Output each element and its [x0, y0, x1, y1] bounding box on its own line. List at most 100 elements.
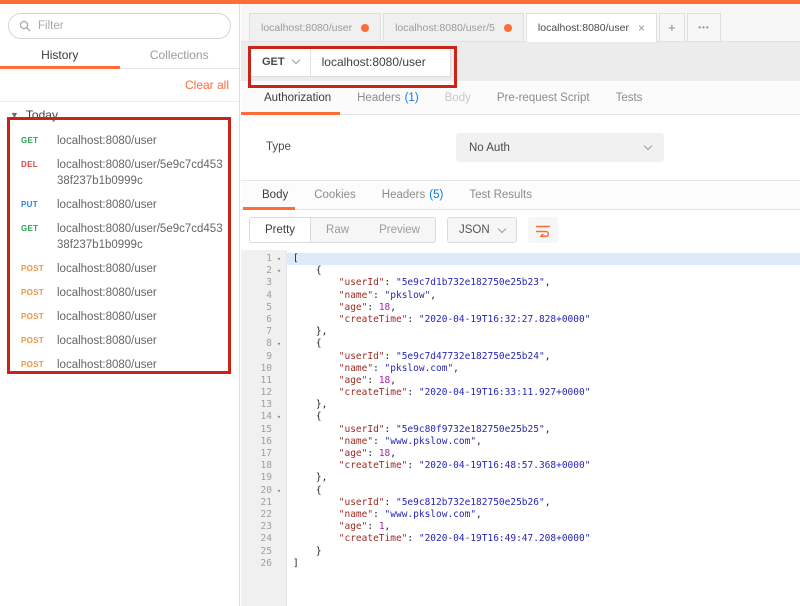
code-text: { [286, 338, 800, 350]
tab-headers[interactable]: Headers(5) [369, 181, 457, 209]
line-gutter: 2▾ [241, 265, 286, 277]
line-number: 13 [246, 399, 272, 411]
method-badge: POST [21, 309, 57, 325]
clear-all-link[interactable]: Clear all [185, 78, 229, 92]
token-p: : [367, 302, 378, 313]
history-url: localhost:8080/user [57, 309, 157, 325]
tab-headers[interactable]: Headers(1) [344, 81, 432, 114]
tab-label: Headers [357, 92, 400, 104]
fold-toggle-icon[interactable]: ▾ [272, 338, 286, 350]
language-select[interactable]: JSON [447, 217, 517, 243]
view-mode-preview[interactable]: Preview [364, 218, 435, 242]
filter-box[interactable] [8, 13, 231, 39]
fold-toggle-icon[interactable]: ▾ [272, 485, 286, 497]
request-tab[interactable]: localhost:8080/user × [526, 13, 657, 42]
tab-collections[interactable]: Collections [120, 45, 240, 68]
code-text: { [286, 485, 800, 497]
code-line: 12 "createTime": "2020-04-19T16:33:11.92… [241, 387, 800, 399]
code-line: 21 "userId": "5e9c812b732e182750e25b26", [241, 497, 800, 509]
code-editor[interactable]: 1▾[2▾ {3 "userId": "5e9c7d1b732e182750e2… [241, 250, 800, 606]
request-tab[interactable]: localhost:8080/user/5 [383, 13, 524, 41]
code-line: 22 "name": "www.pkslow.com", [241, 509, 800, 521]
line-gutter: 23 [241, 521, 286, 533]
token-s: "2020-04-19T16:49:47.208+0000" [419, 533, 591, 544]
code-line: 13 }, [241, 399, 800, 411]
view-mode-raw[interactable]: Raw [311, 218, 364, 242]
history-url: localhost:8080/user [57, 285, 157, 301]
code-text: { [286, 265, 800, 277]
token-p: , [476, 436, 482, 447]
auth-type-select[interactable]: No Auth [456, 133, 664, 162]
history-url: localhost:8080/user [57, 197, 157, 213]
code-line: 8▾ { [241, 338, 800, 350]
token-k: "name" [293, 363, 373, 374]
code-text: "name": "pkslow", [286, 290, 800, 302]
token-s: "2020-04-19T16:32:27.828+0000" [419, 314, 591, 325]
line-number: 20 [246, 485, 272, 497]
code-line: 23 "age": 1, [241, 521, 800, 533]
tab-authorization[interactable]: Authorization [251, 81, 344, 114]
token-p: , [545, 497, 551, 508]
history-item[interactable]: POSTlocalhost:8080/user [0, 353, 239, 377]
history-item[interactable]: GETlocalhost:8080/user/5e9c7cd45338f237b… [0, 217, 239, 257]
fold-toggle-icon[interactable]: ▾ [272, 265, 286, 277]
request-tabs: AuthorizationHeaders(1)BodyPre-request S… [241, 81, 800, 115]
token-p: : [367, 448, 378, 459]
tab-cookies[interactable]: Cookies [301, 181, 369, 209]
line-gutter: 6 [241, 314, 286, 326]
code-text: }, [286, 472, 800, 484]
history-item[interactable]: GETlocalhost:8080/user [0, 129, 239, 153]
token-k: "userId" [293, 277, 385, 288]
line-number: 16 [246, 436, 272, 448]
wrap-text-icon [535, 223, 551, 237]
token-p: , [453, 363, 459, 374]
tab-test-results[interactable]: Test Results [456, 181, 545, 209]
language-value: JSON [459, 224, 490, 236]
response-toolbar: PrettyRawPreview JSON [241, 210, 800, 250]
request-tab[interactable]: localhost:8080/user [249, 13, 381, 41]
history-item[interactable]: POSTlocalhost:8080/user [0, 257, 239, 281]
url-input[interactable] [322, 55, 439, 69]
history-group-header[interactable]: ▼ Today [0, 104, 239, 125]
token-p: : [407, 460, 418, 471]
history-item[interactable]: POSTlocalhost:8080/user [0, 281, 239, 305]
filter-input[interactable] [38, 20, 220, 32]
request-tab-label: localhost:8080/user [261, 22, 352, 34]
history-item[interactable]: POSTlocalhost:8080/user [0, 329, 239, 353]
more-tabs-button[interactable]: ••• [687, 13, 721, 41]
code-text: "createTime": "2020-04-19T16:48:57.368+0… [286, 460, 800, 472]
tab-history[interactable]: History [0, 45, 120, 68]
line-number: 15 [246, 424, 272, 436]
fold-toggle-icon[interactable]: ▾ [272, 253, 286, 265]
fold-spacer [272, 436, 286, 448]
token-p: , [545, 424, 551, 435]
line-gutter: 4 [241, 290, 286, 302]
wrap-text-button[interactable] [528, 217, 558, 243]
fold-spacer [272, 497, 286, 509]
tab-pre-request-script[interactable]: Pre-request Script [484, 81, 603, 114]
history-url: localhost:8080/user/5e9c7cd45338f237b1b0… [57, 221, 227, 253]
line-number: 7 [246, 326, 272, 338]
fold-spacer [272, 399, 286, 411]
method-badge: POST [21, 357, 57, 373]
fold-toggle-icon[interactable]: ▾ [272, 411, 286, 423]
token-k: "name" [293, 509, 373, 520]
close-icon[interactable]: × [638, 22, 645, 34]
history-item[interactable]: PUTlocalhost:8080/user [0, 193, 239, 217]
line-number: 5 [246, 302, 272, 314]
line-number: 10 [246, 363, 272, 375]
code-text: "age": 18, [286, 302, 800, 314]
new-tab-button[interactable]: + [659, 13, 685, 41]
request-tab-label: localhost:8080/user [538, 22, 629, 34]
history-item[interactable]: DELlocalhost:8080/user/5e9c7cd45338f237b… [0, 153, 239, 193]
view-mode-pretty[interactable]: Pretty [250, 218, 311, 242]
token-p: : [385, 424, 396, 435]
history-item[interactable]: POSTlocalhost:8080/user [0, 305, 239, 329]
code-line: 9 "userId": "5e9c7d47732e182750e25b24", [241, 351, 800, 363]
code-line: 16 "name": "www.pkslow.com", [241, 436, 800, 448]
method-select[interactable]: GET [251, 47, 311, 76]
line-number: 23 [246, 521, 272, 533]
code-text: { [286, 411, 800, 423]
tab-body[interactable]: Body [249, 181, 301, 209]
tab-tests[interactable]: Tests [603, 81, 656, 114]
